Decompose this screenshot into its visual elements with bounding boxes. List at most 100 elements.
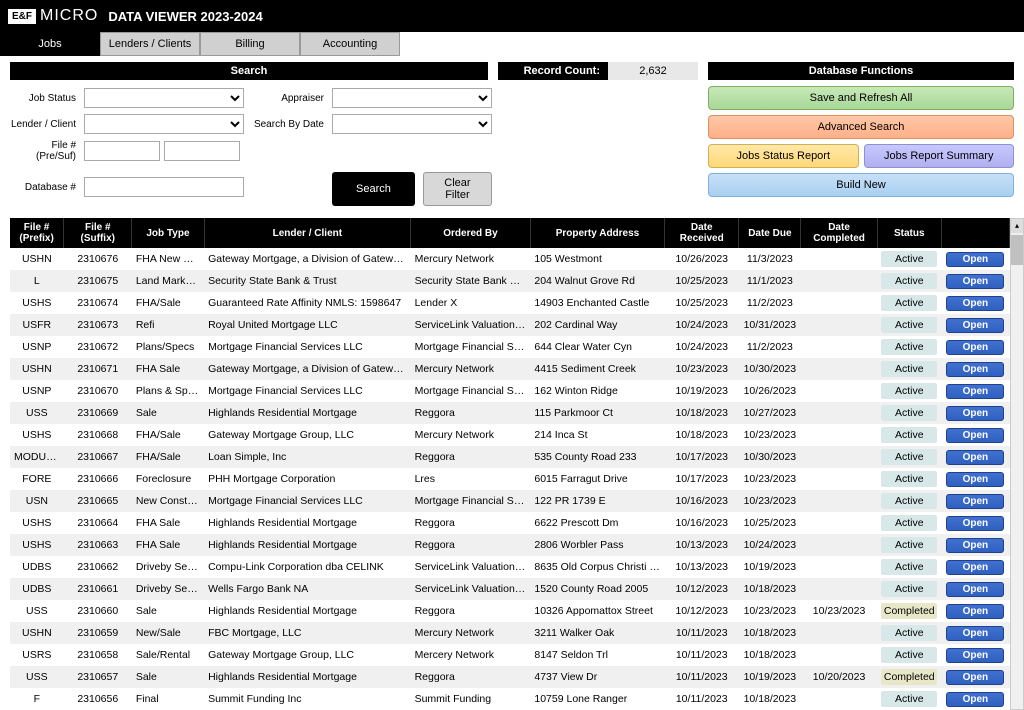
search-by-date-select[interactable] [332, 114, 492, 134]
build-new-button[interactable]: Build New [708, 173, 1014, 197]
search-button[interactable]: Search [332, 172, 415, 206]
table-row[interactable]: USHN2310671FHA SaleGateway Mortgage, a D… [10, 358, 1010, 380]
cell: ServiceLink Valuation Solu [411, 578, 531, 600]
cell: Mercury Network [411, 358, 531, 380]
table-row[interactable]: L2310675Land Market ValSecurity State Ba… [10, 270, 1010, 292]
table-row[interactable]: UDBS2310662Driveby ServicingCompu-Link C… [10, 556, 1010, 578]
open-button[interactable]: Open [946, 494, 1004, 509]
col-header[interactable]: Lender / Client [204, 218, 411, 248]
table-row[interactable]: USHS2310663FHA SaleHighlands Residential… [10, 534, 1010, 556]
open-button[interactable]: Open [946, 340, 1004, 355]
open-button[interactable]: Open [946, 296, 1004, 311]
tab-lenders-clients[interactable]: Lenders / Clients [100, 32, 200, 56]
cell: New Constructio [132, 490, 204, 512]
jobs-status-report-button[interactable]: Jobs Status Report [708, 144, 859, 168]
open-button[interactable]: Open [946, 604, 1004, 619]
col-header[interactable]: File # (Suffix) [64, 218, 132, 248]
open-button[interactable]: Open [946, 626, 1004, 641]
open-button[interactable]: Open [946, 560, 1004, 575]
table-row[interactable]: USS2310669SaleHighlands Residential Mort… [10, 402, 1010, 424]
label-search-by-date: Search By Date [248, 119, 328, 130]
open-button[interactable]: Open [946, 428, 1004, 443]
table-row[interactable]: USS2310660SaleHighlands Residential Mort… [10, 600, 1010, 622]
col-header[interactable]: Date Received [665, 218, 739, 248]
open-button[interactable]: Open [946, 538, 1004, 553]
col-header[interactable] [941, 218, 1009, 248]
col-header[interactable]: Date Completed [801, 218, 877, 248]
open-button[interactable]: Open [946, 516, 1004, 531]
lender-client-select[interactable] [84, 114, 244, 134]
table-row[interactable]: USRS2310658Sale/RentalGateway Mortgage G… [10, 644, 1010, 666]
table-row[interactable]: USHS2310664FHA SaleHighlands Residential… [10, 512, 1010, 534]
cell: Reggora [411, 534, 531, 556]
table-row[interactable]: FORE2310666ForeclosurePHH Mortgage Corpo… [10, 468, 1010, 490]
tab-accounting[interactable]: Accounting [300, 32, 400, 56]
tab-billing[interactable]: Billing [200, 32, 300, 56]
file-prefix-input[interactable] [84, 141, 160, 161]
cell: 4415 Sediment Creek [530, 358, 664, 380]
table-row[interactable]: USN2310665New ConstructioMortgage Financ… [10, 490, 1010, 512]
table-row[interactable]: MODULAR2310667FHA/SaleLoan Simple, IncRe… [10, 446, 1010, 468]
table-row[interactable]: USHS2310668FHA/SaleGateway Mortgage Grou… [10, 424, 1010, 446]
open-button[interactable]: Open [946, 406, 1004, 421]
cell: 2310658 [64, 644, 132, 666]
open-button[interactable]: Open [946, 582, 1004, 597]
cell: Final [132, 688, 204, 710]
label-job-status: Job Status [10, 93, 80, 104]
cell: New/Sale [132, 622, 204, 644]
cell [801, 292, 877, 314]
tab-jobs[interactable]: Jobs [0, 32, 100, 56]
table-row[interactable]: USS2310657SaleHighlands Residential Mort… [10, 666, 1010, 688]
cell: Gateway Mortgage, a Division of Gateway … [204, 358, 411, 380]
table-row[interactable]: USNP2310672Plans/SpecsMortgage Financial… [10, 336, 1010, 358]
cell: 10/16/2023 [665, 490, 739, 512]
open-button[interactable]: Open [946, 472, 1004, 487]
advanced-search-button[interactable]: Advanced Search [708, 115, 1014, 139]
col-header[interactable]: Status [877, 218, 941, 248]
open-button[interactable]: Open [946, 450, 1004, 465]
col-header[interactable]: Job Type [132, 218, 204, 248]
open-button[interactable]: Open [946, 274, 1004, 289]
cell: 10/24/2023 [665, 336, 739, 358]
cell: 10/25/2023 [665, 292, 739, 314]
scroll-up-icon[interactable]: ▴ [1011, 219, 1023, 233]
table-row[interactable]: USNP2310670Plans & SpecsMortgage Financi… [10, 380, 1010, 402]
table-row[interactable]: USHN2310676FHA New SaleGateway Mortgage,… [10, 248, 1010, 270]
cell: Plans/Specs [132, 336, 204, 358]
jobs-grid: File # (Prefix)File # (Suffix)Job TypeLe… [10, 218, 1010, 710]
open-button[interactable]: Open [946, 362, 1004, 377]
table-row[interactable]: USHN2310659New/SaleFBC Mortgage, LLCMerc… [10, 622, 1010, 644]
cell: Mortgage Financial Servic [411, 380, 531, 402]
open-button[interactable]: Open [946, 318, 1004, 333]
file-suffix-input[interactable] [164, 141, 240, 161]
open-button[interactable]: Open [946, 384, 1004, 399]
job-status-select[interactable] [84, 88, 244, 108]
status-badge: Active [881, 449, 937, 465]
cell: 3211 Walker Oak [530, 622, 664, 644]
table-row[interactable]: UDBS2310661Driveby ServicingWells Fargo … [10, 578, 1010, 600]
appraiser-select[interactable] [332, 88, 492, 108]
col-header[interactable]: Date Due [739, 218, 801, 248]
open-button[interactable]: Open [946, 252, 1004, 267]
vertical-scrollbar[interactable]: ▴ [1010, 218, 1024, 710]
cell: 2310661 [64, 578, 132, 600]
table-row[interactable]: USHS2310674FHA/SaleGuaranteed Rate Affin… [10, 292, 1010, 314]
open-button[interactable]: Open [946, 692, 1004, 707]
cell: 10/12/2023 [665, 600, 739, 622]
col-header[interactable]: Ordered By [411, 218, 531, 248]
cell [801, 644, 877, 666]
save-refresh-button[interactable]: Save and Refresh All [708, 86, 1014, 110]
cell: 10/23/2023 [801, 600, 877, 622]
table-row[interactable]: F2310656FinalSummit Funding IncSummit Fu… [10, 688, 1010, 710]
open-button[interactable]: Open [946, 648, 1004, 663]
jobs-report-summary-button[interactable]: Jobs Report Summary [864, 144, 1015, 168]
open-button[interactable]: Open [946, 670, 1004, 685]
database-num-input[interactable] [84, 177, 244, 197]
clear-filter-button[interactable]: Clear Filter [423, 172, 492, 206]
scroll-thumb[interactable] [1011, 235, 1023, 265]
col-header[interactable]: Property Address [530, 218, 664, 248]
cell: 4737 View Dr [530, 666, 664, 688]
col-header[interactable]: File # (Prefix) [10, 218, 64, 248]
cell: Mercery Network [411, 644, 531, 666]
table-row[interactable]: USFR2310673RefiRoyal United Mortgage LLC… [10, 314, 1010, 336]
